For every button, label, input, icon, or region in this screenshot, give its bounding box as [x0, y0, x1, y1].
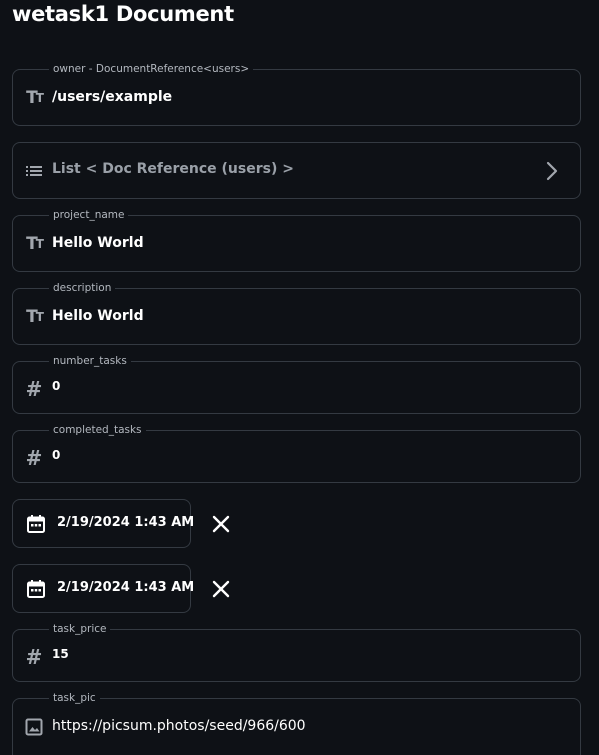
task-price-field[interactable]: task_price # 15 [12, 622, 581, 682]
description-field[interactable]: description TT Hello World [12, 281, 581, 345]
page-title: wetask1 Document [12, 2, 234, 26]
date-picker-button[interactable]: 2/19/2024 1:43 AM [12, 499, 195, 548]
date-picker-button[interactable]: 2/19/2024 1:43 AM [12, 564, 195, 613]
list-icon [23, 160, 45, 182]
task-price-label: task_price [49, 622, 111, 636]
description-value[interactable]: Hello World [52, 308, 144, 324]
completed-tasks-label: completed_tasks [49, 423, 146, 437]
project-name-value[interactable]: Hello World [52, 235, 144, 251]
document-editor: wetask1 Document owner - DocumentReferen… [0, 0, 599, 755]
date-value: 2/19/2024 1:43 AM [57, 515, 195, 530]
hash-icon: # [25, 377, 43, 401]
owner-value[interactable]: /users/example [52, 89, 172, 105]
hash-icon: # [25, 446, 43, 470]
completed-tasks-field[interactable]: completed_tasks # 0 [12, 423, 581, 483]
hash-icon: # [25, 645, 43, 669]
owner-field[interactable]: owner - DocumentReference<users> TT /use… [12, 62, 581, 126]
project-name-label: project_name [49, 208, 129, 222]
close-icon[interactable] [210, 513, 232, 535]
list-doc-reference-field[interactable]: List < Doc Reference (users) > [12, 142, 581, 199]
calendar-icon [26, 579, 46, 599]
date-value: 2/19/2024 1:43 AM [57, 580, 195, 595]
completed-tasks-value[interactable]: 0 [52, 448, 60, 462]
task-price-value[interactable]: 15 [52, 647, 69, 661]
chevron-right-icon[interactable] [542, 159, 562, 183]
text-fields-icon: TT [26, 307, 44, 327]
text-fields-icon: TT [26, 234, 44, 254]
description-label: description [49, 281, 116, 295]
list-doc-reference-label: List < Doc Reference (users) > [52, 161, 294, 177]
project-name-field[interactable]: project_name TT Hello World [12, 208, 581, 272]
image-icon [23, 716, 45, 738]
owner-label: owner - DocumentReference<users> [49, 62, 254, 76]
task-pic-field[interactable]: task_pic https://picsum.photos/seed/966/… [12, 691, 581, 755]
calendar-icon [26, 514, 46, 534]
number-tasks-field[interactable]: number_tasks # 0 [12, 354, 581, 414]
number-tasks-label: number_tasks [49, 354, 131, 368]
text-fields-icon: TT [26, 88, 44, 108]
task-pic-value[interactable]: https://picsum.photos/seed/966/600 [52, 718, 306, 734]
number-tasks-value[interactable]: 0 [52, 379, 60, 393]
close-icon[interactable] [210, 578, 232, 600]
task-pic-label: task_pic [49, 691, 100, 705]
